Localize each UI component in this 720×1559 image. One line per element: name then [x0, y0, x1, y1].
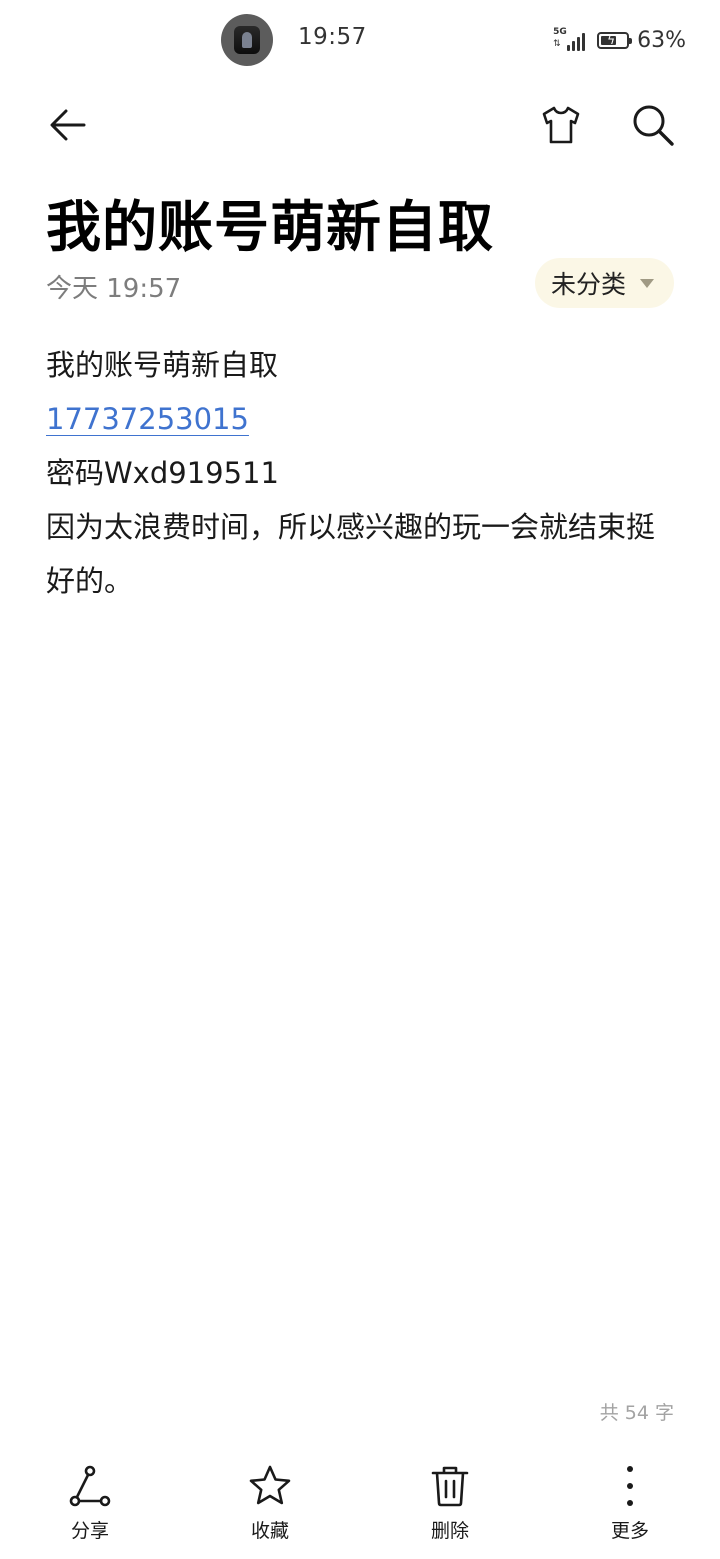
- phone-number-link[interactable]: 17737253015: [46, 402, 249, 436]
- delete-label: 删除: [430, 1520, 469, 1542]
- search-button[interactable]: [626, 98, 680, 152]
- more-vertical-icon: [627, 1466, 633, 1506]
- signal-icon: 5G ⇅: [553, 26, 589, 54]
- note-body[interactable]: 我的账号萌新自取 17737253015 密码Wxd919511 因为太浪费时间…: [46, 338, 676, 608]
- note-line: 我的账号萌新自取: [46, 348, 279, 382]
- trash-icon: [431, 1466, 469, 1507]
- note-line: 密码Wxd919511: [46, 456, 279, 490]
- favorite-button[interactable]: 收藏: [215, 1462, 325, 1552]
- tshirt-icon: [542, 106, 580, 144]
- more-label: 更多: [610, 1520, 649, 1542]
- category-label: 未分类: [550, 270, 626, 299]
- search-icon: [633, 105, 674, 146]
- caret-down-icon: [640, 278, 654, 288]
- theme-button[interactable]: [534, 98, 588, 152]
- share-button[interactable]: 分享: [35, 1462, 145, 1552]
- battery-icon: ϟ: [597, 31, 633, 49]
- note-date: 今天 19:57: [46, 274, 182, 304]
- arrow-left-icon: [50, 109, 86, 141]
- battery-percent: 63%: [637, 27, 686, 53]
- status-time: 19:57: [298, 24, 367, 50]
- app-notification-icon: [221, 14, 273, 66]
- char-count: 共 54 字: [599, 1402, 674, 1424]
- category-selector[interactable]: 未分类: [534, 258, 674, 308]
- bottom-toolbar: 分享 收藏 删除 更多: [0, 1462, 720, 1559]
- delete-button[interactable]: 删除: [395, 1462, 505, 1552]
- network-type: 5G: [553, 27, 567, 37]
- favorite-label: 收藏: [250, 1520, 289, 1542]
- note-line: 因为太浪费时间，所以感兴趣的玩一会就结束挺好的。: [46, 510, 656, 598]
- more-button[interactable]: 更多: [575, 1462, 685, 1552]
- status-indicators: 5G ⇅ ϟ 63%: [553, 24, 686, 56]
- share-icon: [69, 1465, 111, 1507]
- note-title[interactable]: 我的账号萌新自取: [46, 182, 494, 262]
- status-bar: 19:57 5G ⇅ ϟ 63%: [0, 0, 720, 80]
- back-button[interactable]: [41, 98, 95, 152]
- note-line: 17737253015: [46, 392, 676, 446]
- star-icon: [249, 1465, 291, 1505]
- share-label: 分享: [70, 1520, 109, 1542]
